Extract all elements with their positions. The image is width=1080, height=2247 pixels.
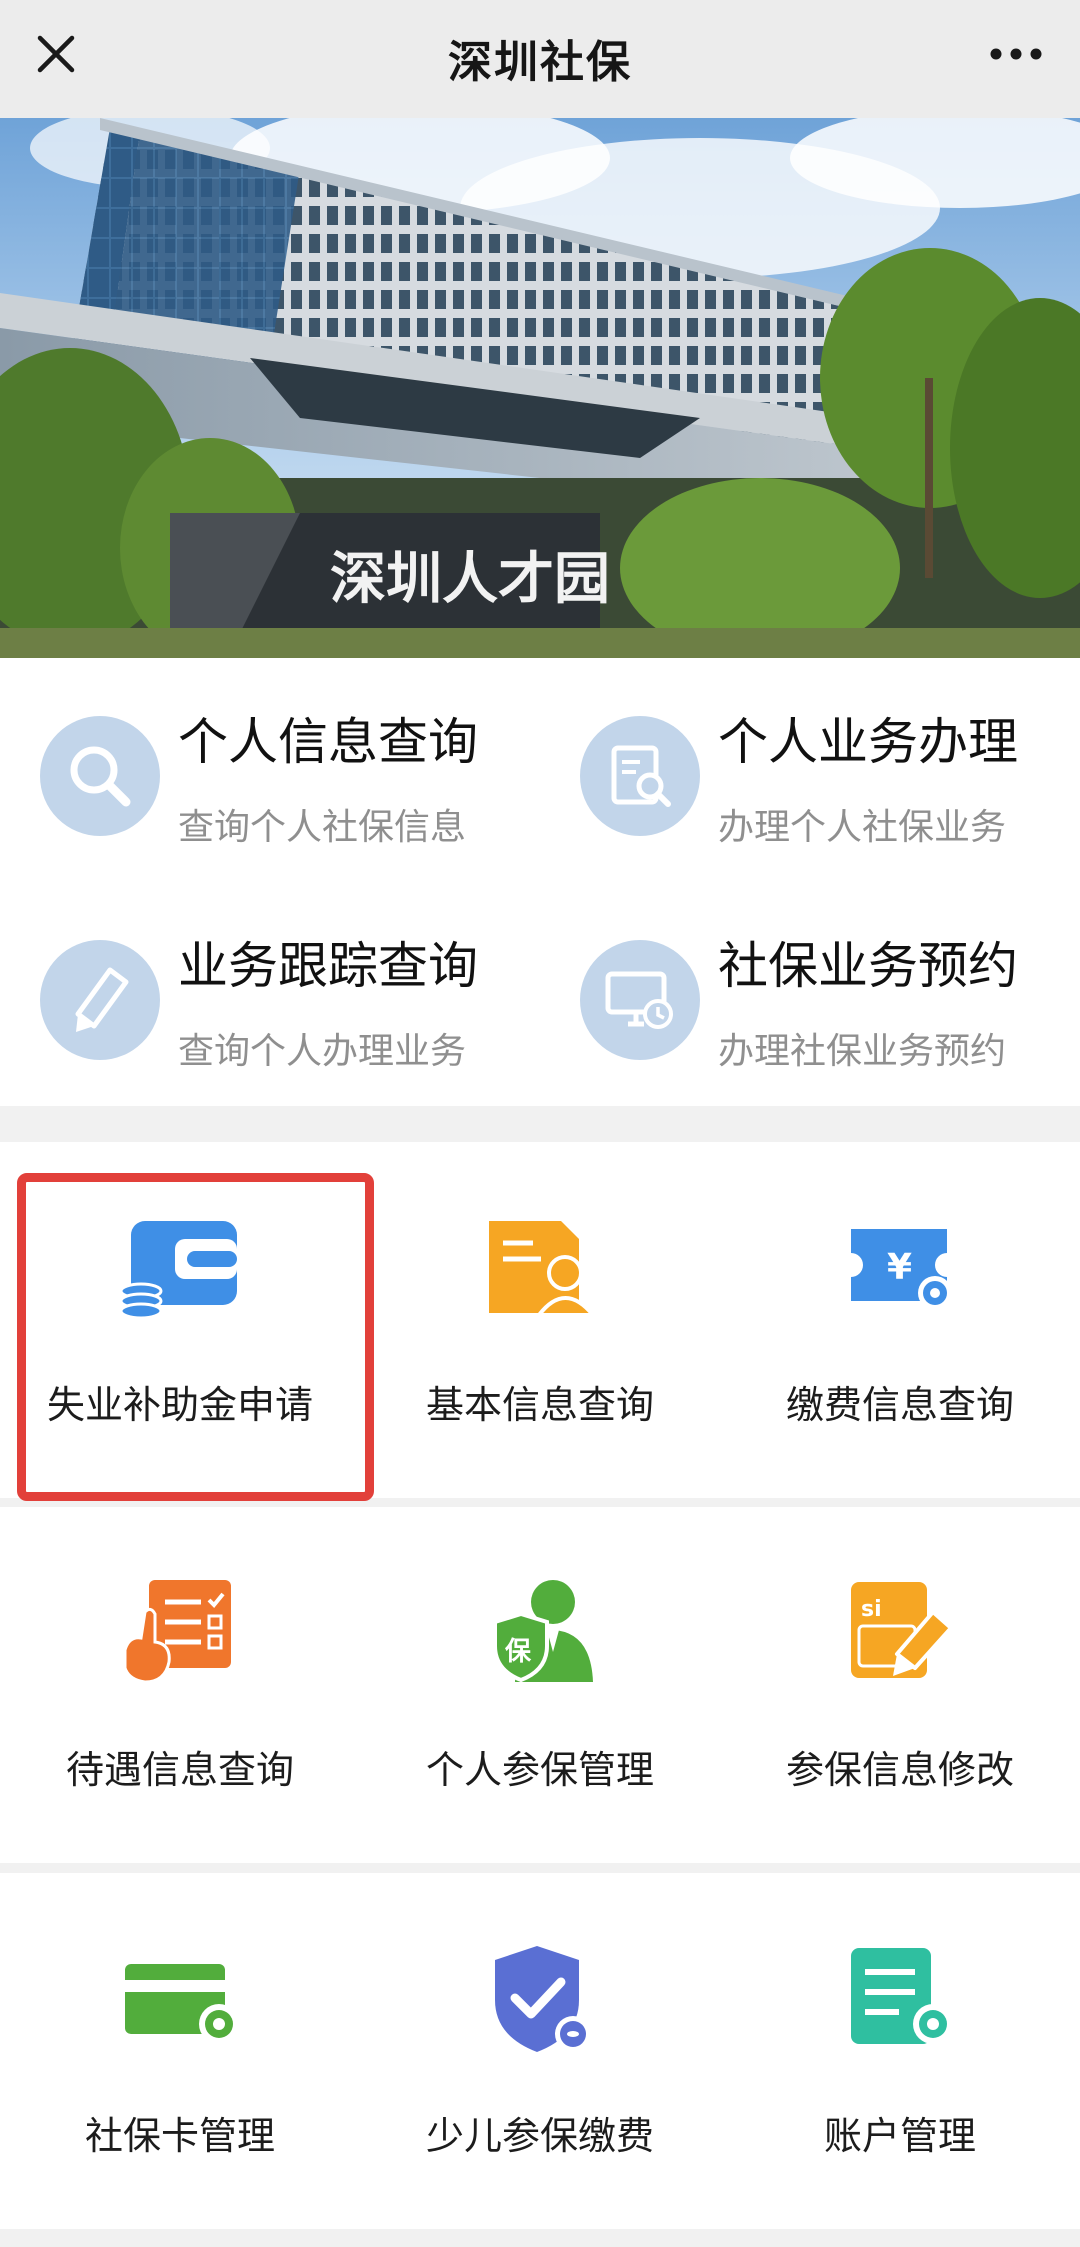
banner-image[interactable]: 深圳人才园 bbox=[0, 118, 1080, 658]
quick-service-personal-info-query[interactable]: 个人信息查询 查询个人社保信息 bbox=[0, 658, 540, 858]
checklist-hand-icon bbox=[110, 1567, 250, 1697]
quick-service-subtitle: 办理个人社保业务 bbox=[718, 807, 1007, 848]
service-label: 待遇信息查询 bbox=[65, 1748, 294, 1792]
service-label: 个人参保管理 bbox=[425, 1748, 654, 1792]
quick-service-title: 业务跟踪查询 bbox=[178, 937, 478, 995]
payment-ticket-icon: ¥ bbox=[830, 1202, 970, 1332]
quick-service-title: 个人业务办理 bbox=[718, 713, 1018, 771]
page-title: 深圳社保 bbox=[448, 37, 632, 88]
service-payment-info-query[interactable]: ¥ 缴费信息查询 bbox=[720, 1142, 1080, 1498]
service-label: 缴费信息查询 bbox=[785, 1383, 1014, 1427]
banner-sign-text: 深圳人才园 bbox=[330, 547, 610, 612]
title-bar: 深圳社保 bbox=[0, 0, 1080, 118]
svg-text:保: 保 bbox=[504, 1637, 532, 1667]
service-basic-info-query[interactable]: 基本信息查询 bbox=[360, 1142, 720, 1498]
svg-text:¥: ¥ bbox=[887, 1247, 912, 1288]
highlight-frame bbox=[17, 1173, 374, 1501]
search-icon bbox=[40, 716, 160, 836]
service-label: 参保信息修改 bbox=[785, 1748, 1014, 1792]
service-insurance-info-modify[interactable]: si 参保信息修改 bbox=[720, 1507, 1080, 1863]
quick-services-panel: 个人信息查询 查询个人社保信息 个人业务办理 办理个人社保业务 业务跟踪查询 查… bbox=[0, 658, 1080, 1106]
quick-service-title: 社保业务预约 bbox=[718, 937, 1018, 995]
shield-check-icon bbox=[470, 1933, 610, 2063]
more-dots-icon bbox=[990, 48, 1042, 60]
service-grid-row: 待遇信息查询 保 个人参保管理 si 参保信息修改 bbox=[0, 1507, 1080, 1863]
svg-text:si: si bbox=[861, 1597, 882, 1622]
service-label: 少儿参保缴费 bbox=[425, 2114, 654, 2158]
service-label: 社保卡管理 bbox=[84, 2114, 275, 2158]
quick-service-appointment[interactable]: 社保业务预约 办理社保业务预约 bbox=[540, 882, 1080, 1082]
quick-service-subtitle: 查询个人社保信息 bbox=[178, 807, 467, 848]
service-ss-card-management[interactable]: 社保卡管理 bbox=[0, 1873, 360, 2229]
card-gear-icon bbox=[110, 1933, 250, 2063]
quick-service-personal-business[interactable]: 个人业务办理 办理个人社保业务 bbox=[540, 658, 1080, 858]
service-personal-insurance-management[interactable]: 保 个人参保管理 bbox=[360, 1507, 720, 1863]
service-children-insurance-payment[interactable]: 少儿参保缴费 bbox=[360, 1873, 720, 2229]
talent-park-building-photo: 深圳人才园 bbox=[0, 118, 1080, 658]
quick-service-subtitle: 查询个人办理业务 bbox=[178, 1031, 467, 1072]
quick-service-business-tracking[interactable]: 业务跟踪查询 查询个人办理业务 bbox=[0, 882, 540, 1082]
profile-card-icon bbox=[470, 1202, 610, 1332]
edit-document-icon: si bbox=[830, 1567, 970, 1697]
insured-person-icon: 保 bbox=[470, 1567, 610, 1697]
monitor-clock-icon bbox=[580, 940, 700, 1060]
document-search-icon bbox=[580, 716, 700, 836]
account-list-icon bbox=[830, 1933, 970, 2063]
service-label: 基本信息查询 bbox=[425, 1383, 654, 1427]
pencil-icon bbox=[40, 940, 160, 1060]
quick-service-subtitle: 办理社保业务预约 bbox=[718, 1031, 1007, 1072]
more-menu-button[interactable] bbox=[976, 22, 1056, 86]
service-grid-row: 社保卡管理 少儿参保缴费 账户管理 bbox=[0, 1873, 1080, 2229]
service-label: 账户管理 bbox=[823, 2114, 976, 2158]
service-account-management[interactable]: 账户管理 bbox=[720, 1873, 1080, 2229]
quick-service-title: 个人信息查询 bbox=[178, 713, 478, 771]
service-benefit-info-query[interactable]: 待遇信息查询 bbox=[0, 1507, 360, 1863]
